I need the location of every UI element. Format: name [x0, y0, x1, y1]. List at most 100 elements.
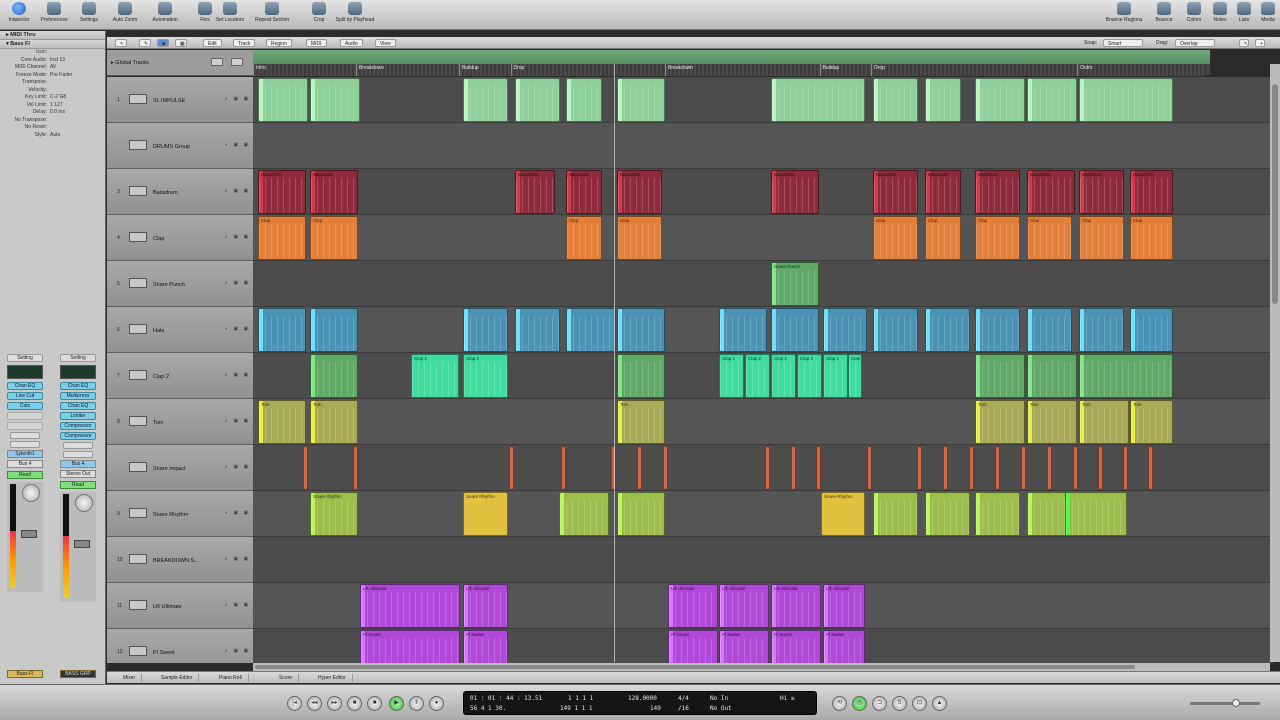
track-buttons[interactable]: ◐ ▣ ▣ — [225, 326, 250, 332]
rewind-icon[interactable]: ◂◂ — [307, 696, 322, 711]
region[interactable] — [509, 446, 514, 490]
region[interactable] — [1065, 492, 1127, 536]
track-lane[interactable] — [253, 77, 1274, 123]
toolbar-bounce-button[interactable]: Bounce — [1152, 2, 1176, 28]
region[interactable] — [303, 446, 308, 490]
snap-select[interactable]: Smart — [1103, 39, 1143, 47]
tool-pencil-icon[interactable]: ✎ — [139, 39, 151, 47]
region[interactable] — [969, 446, 974, 490]
stop-icon-2[interactable]: ■ — [367, 696, 382, 711]
inspector-param-value[interactable]: 0.0 ms — [50, 109, 65, 117]
command-tool-icon[interactable]: + — [1255, 39, 1265, 47]
region[interactable] — [975, 308, 1020, 352]
region[interactable]: Bassdrum — [1027, 170, 1075, 214]
region[interactable] — [995, 446, 1000, 490]
track-header[interactable]: 5 Snare Punch ◐ ▣ ▣ — [107, 261, 253, 307]
region[interactable] — [765, 446, 770, 490]
strip-setting-button[interactable]: Setting — [60, 354, 96, 362]
region[interactable]: Clap 2 — [463, 354, 508, 398]
plugin-slot[interactable] — [7, 422, 43, 430]
region[interactable]: Clap 2 — [848, 354, 862, 398]
region[interactable] — [1047, 446, 1052, 490]
region[interactable] — [258, 308, 306, 352]
master-volume-slider[interactable] — [1190, 699, 1260, 707]
vertical-scroll-thumb[interactable] — [1272, 84, 1278, 304]
marker-track[interactable]: Intro Breakdown Buildup Drop Breakdown Buildu… — [253, 64, 1210, 76]
region[interactable]: Pl Sweet — [771, 630, 821, 663]
region[interactable] — [617, 354, 665, 398]
track-lane[interactable]: Clap Clap Clap Clap Clap Clap Clap Clap Clap Clap — [253, 215, 1274, 261]
region[interactable]: Clap — [1130, 216, 1173, 260]
horizontal-scrollbar[interactable] — [253, 663, 1270, 671]
tool-arrow-icon[interactable]: ↖ — [115, 39, 127, 47]
track-buttons[interactable]: ◐ ▣ ▣ — [225, 418, 250, 424]
track-buttons[interactable]: ◐ ▣ ▣ — [225, 96, 250, 102]
tempo-display[interactable]: 128.0000 — [628, 695, 657, 702]
marker-intro[interactable]: Intro — [253, 64, 356, 76]
drag-select[interactable]: Overlap — [1175, 39, 1215, 47]
region[interactable]: Pl Sweet — [463, 630, 508, 663]
input-slot[interactable]: Bus 4 — [60, 460, 96, 468]
track-buttons[interactable]: ◐ ▣ ▣ — [225, 372, 250, 378]
region[interactable]: Snare Rhythm — [310, 492, 358, 536]
region[interactable] — [1079, 308, 1124, 352]
track-buttons[interactable]: ◐ ▣ ▣ — [225, 234, 250, 240]
inspector-param-value[interactable]: All — [50, 64, 56, 72]
track-lane[interactable] — [253, 123, 1274, 169]
region[interactable] — [258, 78, 308, 122]
automation-mode[interactable]: Read — [7, 471, 43, 479]
automation-mode[interactable]: Read — [60, 481, 96, 489]
toolbar-lists-button[interactable]: Lists — [1232, 2, 1256, 28]
inspector-param-value[interactable]: C-2 G8 — [50, 94, 66, 102]
region[interactable]: Bassdrum — [310, 170, 358, 214]
marker-buildup[interactable]: Buildup — [819, 64, 871, 76]
region[interactable] — [463, 308, 508, 352]
inspector-param-value[interactable]: 1 127 — [50, 102, 63, 110]
inspector-region-header[interactable]: ▾ Bass Fl — [0, 40, 105, 49]
cycle-icon[interactable]: ⟲ — [832, 696, 847, 711]
region[interactable]: Bassdrum — [617, 170, 662, 214]
region[interactable] — [791, 446, 796, 490]
region[interactable]: Tom — [1130, 400, 1173, 444]
region[interactable]: Clap 1 — [411, 354, 459, 398]
region[interactable]: Clap 2 — [745, 354, 770, 398]
track-lane[interactable]: Snare Punch — [253, 261, 1274, 307]
track-header[interactable]: 6 Hats ◐ ▣ ▣ — [107, 307, 253, 353]
marker-breakdown[interactable]: Breakdown — [356, 64, 459, 76]
send-slot[interactable] — [10, 432, 40, 439]
record-icon[interactable]: ● — [429, 696, 444, 711]
region[interactable]: Bassdrum — [771, 170, 819, 214]
toolbar-bounce-regions-button[interactable]: Bounce Regions — [1100, 2, 1148, 28]
region[interactable]: Clap — [1079, 216, 1124, 260]
region[interactable]: Snare Rhythm — [463, 492, 508, 536]
region[interactable]: Tom — [617, 400, 665, 444]
track-lane[interactable] — [253, 445, 1274, 491]
fast-forward-icon[interactable]: ▸▸ — [327, 696, 342, 711]
region[interactable] — [925, 492, 970, 536]
region[interactable]: LR Ultimate — [719, 584, 769, 628]
region[interactable]: LR Ultimate — [463, 584, 508, 628]
region[interactable] — [975, 492, 1020, 536]
solo-icon[interactable]: S — [892, 696, 907, 711]
region[interactable]: LR Ultimate — [823, 584, 865, 628]
punch-icon[interactable]: ⊐ — [872, 696, 887, 711]
track-header[interactable]: 8 Tom ◐ ▣ ▣ — [107, 399, 253, 445]
region[interactable]: Clap 1 — [719, 354, 744, 398]
region[interactable] — [566, 308, 616, 352]
region[interactable] — [1130, 308, 1173, 352]
master-volume-knob[interactable] — [1232, 699, 1240, 707]
region[interactable] — [463, 78, 508, 122]
track-lane[interactable] — [253, 307, 1274, 353]
region[interactable] — [515, 78, 560, 122]
region[interactable]: Clap — [566, 216, 602, 260]
region[interactable]: LR Ultimate — [771, 584, 821, 628]
plugin-slot[interactable]: Compressor — [60, 422, 96, 430]
strip-eq-display[interactable] — [60, 365, 96, 379]
region[interactable] — [663, 446, 668, 490]
track-header[interactable]: 3 Bassdrum ◐ ▣ ▣ — [107, 169, 253, 215]
output-slot[interactable]: Stereo Out — [60, 470, 96, 478]
region[interactable] — [975, 354, 1025, 398]
region[interactable]: Clap — [873, 216, 918, 260]
marker-buildup[interactable]: Buildup — [459, 64, 511, 76]
region[interactable] — [561, 446, 566, 490]
